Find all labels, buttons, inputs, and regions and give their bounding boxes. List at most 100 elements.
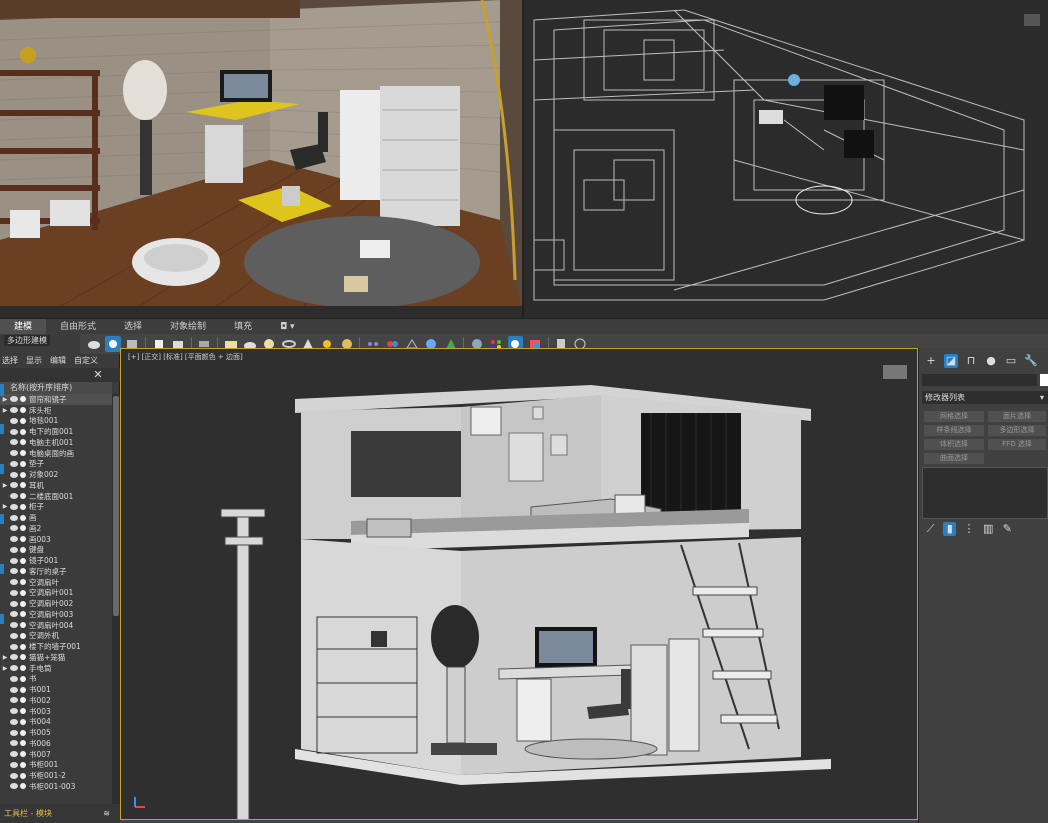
eye-icon[interactable] [10,665,18,672]
layers-icon[interactable]: ≋ [103,804,110,823]
eye-icon[interactable] [10,600,18,607]
eye-icon[interactable] [10,718,18,725]
eye-icon[interactable] [10,579,18,586]
explorer-column-header[interactable]: 名称(按升序排序) [0,382,112,394]
freeze-icon[interactable] [20,407,26,414]
freeze-icon[interactable] [20,514,26,521]
explorer-row[interactable]: ▶ 耳机 [0,480,112,491]
modifier-list-dropdown[interactable]: 修改器列表 ▾ [922,391,1048,404]
freeze-icon[interactable] [20,428,26,435]
freeze-icon[interactable] [20,471,26,478]
explorer-row[interactable]: 空调扇叶001 [0,588,112,599]
freeze-icon[interactable] [20,654,26,661]
eye-icon[interactable] [10,450,18,457]
freeze-icon[interactable] [20,643,26,650]
explorer-row[interactable]: 空调扇叶004 [0,620,112,631]
poly-select-button[interactable]: 多边形选择 [988,425,1046,436]
eye-icon[interactable] [10,697,18,704]
explorer-row[interactable]: 键盘 [0,545,112,556]
footer-label[interactable]: 工具栏 - 模块 [4,809,52,818]
viewport-wireframe[interactable] [524,0,1048,318]
freeze-icon[interactable] [20,697,26,704]
eye-icon[interactable] [10,439,18,446]
explorer-row[interactable]: 书002 [0,695,112,706]
explorer-row[interactable]: ▶ 床头柜 [0,405,112,416]
eye-icon[interactable] [10,417,18,424]
freeze-icon[interactable] [20,718,26,725]
eye-icon[interactable] [10,761,18,768]
freeze-icon[interactable] [20,611,26,618]
explorer-row[interactable]: 书001 [0,684,112,695]
freeze-icon[interactable] [20,761,26,768]
freeze-icon[interactable] [20,729,26,736]
eye-icon[interactable] [10,654,18,661]
freeze-icon[interactable] [20,536,26,543]
explorer-row[interactable]: 书柜001 [0,760,112,771]
eye-icon[interactable] [10,686,18,693]
freeze-icon[interactable] [20,675,26,682]
modifier-stack[interactable] [922,467,1048,519]
hierarchy-icon[interactable]: ⊓ [964,354,978,368]
freeze-icon[interactable] [20,417,26,424]
spline-select-button[interactable]: 样条线选择 [924,425,984,436]
freeze-icon[interactable] [20,460,26,467]
eye-icon[interactable] [10,729,18,736]
viewport-label[interactable]: [+] [正交] [标准] [平面颜色 + 边面] [128,352,243,362]
explorer-row[interactable]: ▶ 柜子 [0,502,112,513]
close-icon[interactable]: ✕ [92,368,104,382]
explorer-row[interactable]: ▶ 窗帘和镜子 [0,394,112,405]
make-unique-icon[interactable]: ⋮ [962,522,975,536]
eye-icon[interactable] [10,460,18,467]
freeze-icon[interactable] [20,665,26,672]
utilities-icon[interactable]: 🔧 [1024,354,1038,368]
explorer-row[interactable]: 书003 [0,706,112,717]
explorer-row[interactable]: 书柜001-2 [0,770,112,781]
explorer-row[interactable]: ▶ 猫猫+笼猫 [0,652,112,663]
freeze-icon[interactable] [20,708,26,715]
freeze-icon[interactable] [20,579,26,586]
ffd-select-button[interactable]: FFD 选择 [988,439,1046,450]
freeze-icon[interactable] [20,503,26,510]
explorer-scroll-thumb[interactable] [113,396,119,616]
menu-customize[interactable]: 自定义 [74,354,98,367]
freeze-icon[interactable] [20,772,26,779]
configure-icon[interactable]: ✎ [1001,522,1014,536]
explorer-row[interactable]: 空调扇叶002 [0,598,112,609]
eye-icon[interactable] [10,740,18,747]
freeze-icon[interactable] [20,546,26,553]
eye-icon[interactable] [10,396,18,403]
eye-icon[interactable] [10,536,18,543]
motion-icon[interactable]: ● [984,354,998,368]
eye-icon[interactable] [10,611,18,618]
freeze-icon[interactable] [20,600,26,607]
eye-icon[interactable] [10,557,18,564]
tab-selection[interactable]: 选择 [110,319,156,335]
explorer-row[interactable]: 书004 [0,717,112,728]
explorer-row[interactable]: 二楼底面001 [0,491,112,502]
eye-icon[interactable] [10,568,18,575]
create-icon[interactable]: + [924,354,938,368]
explorer-row[interactable]: 画2 [0,523,112,534]
mesh-select-button[interactable]: 网格选择 [924,411,984,422]
freeze-icon[interactable] [20,589,26,596]
pin-icon[interactable]: ⟋ [924,522,937,536]
explorer-row[interactable]: 对象002 [0,469,112,480]
menu-display[interactable]: 显示 [26,354,42,367]
eye-icon[interactable] [10,493,18,500]
sphere-icon[interactable] [105,336,121,352]
freeze-icon[interactable] [20,783,26,790]
explorer-row[interactable]: 画 [0,512,112,523]
explorer-row[interactable]: 空调扇叶003 [0,609,112,620]
ribbon-options-icon[interactable]: ◘ ▾ [266,319,309,335]
explorer-row[interactable]: 画003 [0,534,112,545]
explorer-row[interactable]: 客厅的桌子 [0,566,112,577]
freeze-icon[interactable] [20,396,26,403]
menu-edit[interactable]: 编辑 [50,354,66,367]
object-color-swatch[interactable] [1040,374,1048,386]
freeze-icon[interactable] [20,557,26,564]
viewport-perspective[interactable] [0,0,524,318]
object-name-field[interactable] [922,374,1037,386]
eye-icon[interactable] [10,503,18,510]
viewport-front[interactable] [120,348,918,820]
explorer-row[interactable]: 镜子001 [0,555,112,566]
